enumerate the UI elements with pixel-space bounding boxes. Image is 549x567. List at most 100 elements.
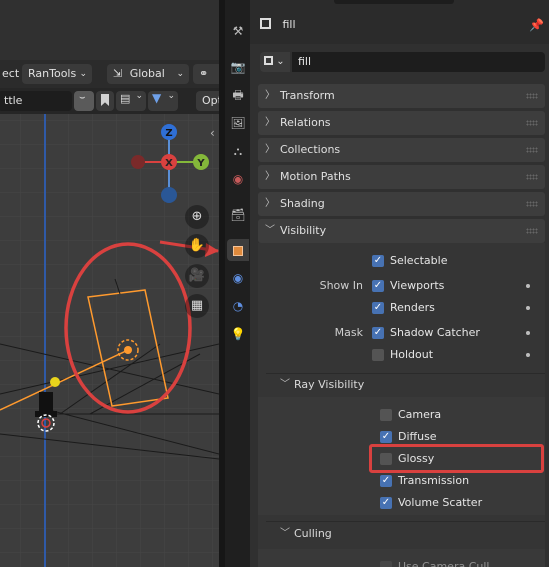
drag-handle-icon[interactable] xyxy=(526,201,538,207)
drag-handle-icon[interactable] xyxy=(526,174,538,180)
camera-view-icon[interactable]: 🎥 xyxy=(185,264,209,288)
pan-hand-icon[interactable]: ✋ xyxy=(185,234,209,258)
checkmark-icon: ✓ xyxy=(380,431,392,443)
panel-shading-label: Shading xyxy=(280,197,325,210)
visibility-panel-body: ✓ Selectable Show In ✓ Viewports ✓ Rende… xyxy=(258,243,545,515)
link-icon: ⚭ xyxy=(199,67,209,80)
keyframe-dot-icon[interactable] xyxy=(526,331,530,335)
snap-dropdown[interactable]: ⚭ xyxy=(193,64,219,84)
drag-handle-icon[interactable] xyxy=(526,147,538,153)
orientation-icon: ⇲ xyxy=(113,67,123,80)
ray-visibility-label: Ray Visibility xyxy=(294,378,365,391)
panel-motion-paths[interactable]: 〉 Motion Paths xyxy=(258,165,545,189)
zoom-icon[interactable]: ⊕ xyxy=(185,205,209,229)
drag-handle-icon[interactable] xyxy=(526,93,538,99)
tool-icon[interactable]: ⚒ xyxy=(227,20,249,42)
panel-transform[interactable]: 〉 Transform xyxy=(258,84,545,108)
culling-section: ﹀ Culling Use Camera Cull xyxy=(258,515,545,567)
culling-subpanel[interactable]: ﹀ Culling xyxy=(258,523,545,545)
gizmo-x-label: X xyxy=(165,158,173,169)
gizmo-negative-x-axis[interactable] xyxy=(131,155,145,169)
filter-dropdown[interactable]: ▼ ⌄ xyxy=(148,91,178,111)
culling-label: Culling xyxy=(294,527,332,540)
panel-relations[interactable]: 〉 Relations xyxy=(258,111,545,135)
keyframe-dot-icon[interactable] xyxy=(526,284,530,288)
selectable-label: Selectable xyxy=(390,254,448,267)
bookmark-button[interactable] xyxy=(96,91,114,111)
chevron-down-icon: ⌄ xyxy=(79,69,87,79)
options-menu[interactable]: Opt xyxy=(196,91,219,111)
physics-icon[interactable]: ◔ xyxy=(227,295,249,317)
holdout-label: Holdout xyxy=(390,348,434,361)
properties-editor: fill 📌 ⌄ fill 〉 Transform 〉 Relations 〉 … xyxy=(250,0,549,567)
hierarchy-button[interactable]: ▤ ⌄ xyxy=(116,91,146,111)
use-camera-cull-label: Use Camera Cull xyxy=(398,560,490,567)
shadow-catcher-label: Shadow Catcher xyxy=(390,326,480,339)
material-icon[interactable]: 💡 xyxy=(227,323,249,345)
object-name-bar: ⌄ fill xyxy=(260,52,545,72)
renders-label: Renders xyxy=(390,301,435,314)
search-field[interactable]: ttle xyxy=(0,91,72,111)
render-icon[interactable]: 📷 xyxy=(227,56,249,78)
search-bar-edge[interactable] xyxy=(334,0,454,4)
chevron-right-icon: 〉 xyxy=(265,171,275,182)
world-icon[interactable]: ◉ xyxy=(227,168,249,190)
properties-tabs: ⚒ 📷 🖶 🖼 ⛬ ◉ 🗃 ◉ ◔ 💡 xyxy=(225,0,250,567)
checkmark-icon: ✓ xyxy=(372,255,384,267)
object-icon xyxy=(260,18,271,29)
output-icon[interactable]: 🖶 xyxy=(227,84,249,106)
transform-orientation-dropdown[interactable]: ⇲ Global ⌄ xyxy=(107,64,189,84)
viewports-label: Viewports xyxy=(390,279,445,292)
object-title: fill xyxy=(260,14,296,36)
panel-visibility-label: Visibility xyxy=(280,224,327,237)
viewport-canvas[interactable]: Z X Y xyxy=(0,114,219,567)
sidebar-toggle-icon[interactable]: ‹ xyxy=(210,126,215,140)
camera-ray-label: Camera xyxy=(398,408,442,421)
subpanel-divider xyxy=(266,521,545,522)
keyframe-dot-icon[interactable] xyxy=(526,306,530,310)
panel-visibility[interactable]: ﹀ Visibility xyxy=(258,219,545,243)
pin-icon[interactable]: 📌 xyxy=(529,18,544,32)
filter-toggle-button[interactable]: ⌣ xyxy=(74,91,94,111)
object-name-field[interactable]: fill xyxy=(292,52,545,72)
hierarchy-icon: ▤ xyxy=(120,92,131,105)
chevron-right-icon: 〉 xyxy=(265,198,275,209)
volume-scatter-ray-label: Volume Scatter xyxy=(398,496,483,509)
ray-visibility-subpanel[interactable]: ﹀ Ray Visibility xyxy=(258,374,545,396)
viewport-tool-header: ttle ⌣ ▤ ⌄ ▼ ⌄ Opt xyxy=(0,88,219,114)
panel-transform-label: Transform xyxy=(280,89,335,102)
panel-collections[interactable]: 〉 Collections xyxy=(258,138,545,162)
object-type-dropdown[interactable]: ⌄ xyxy=(260,52,290,72)
floor-grid xyxy=(0,114,219,567)
3d-viewport[interactable]: ect RanTools ⌄ ⇲ Global ⌄ ⚭ ttle ⌣ ▤ ⌄ ▼… xyxy=(0,0,219,567)
ortho-grid-icon[interactable]: ▦ xyxy=(185,294,209,318)
checkmark-icon: ✓ xyxy=(380,497,392,509)
blender-window: ect RanTools ⌄ ⇲ Global ⌄ ⚭ ttle ⌣ ▤ ⌄ ▼… xyxy=(0,0,549,567)
checkbox-empty-icon xyxy=(380,409,392,421)
panel-shading[interactable]: 〉 Shading xyxy=(258,192,545,216)
checkbox-empty-icon xyxy=(372,349,384,361)
particles-icon[interactable]: ◉ xyxy=(227,267,249,289)
keyframe-dot-icon[interactable] xyxy=(526,353,530,357)
checkmark-icon: ✓ xyxy=(372,327,384,339)
collection-icon[interactable]: 🗃 xyxy=(227,204,249,226)
view-layer-icon[interactable]: 🖼 xyxy=(227,112,249,134)
panel-motion-paths-label: Motion Paths xyxy=(280,170,351,183)
rantools-dropdown[interactable]: RanTools ⌄ xyxy=(22,64,92,84)
checkbox-empty-icon xyxy=(380,561,392,567)
glossy-annotation-box xyxy=(369,444,544,473)
object-icon[interactable] xyxy=(227,239,249,261)
gizmo-negative-z-axis[interactable] xyxy=(161,187,177,203)
checkmark-icon: ✓ xyxy=(372,280,384,292)
light-origin-point[interactable] xyxy=(50,377,60,387)
scene-icon[interactable]: ⛬ xyxy=(227,140,249,162)
curve-icon: ⌣ xyxy=(79,92,86,103)
chevron-down-icon: ⌄ xyxy=(135,91,143,101)
culling-body: Use Camera Cull xyxy=(258,549,545,567)
checkmark-icon: ✓ xyxy=(380,475,392,487)
viewport-top-strip xyxy=(0,0,219,60)
drag-handle-icon[interactable] xyxy=(526,228,538,234)
drag-handle-icon[interactable] xyxy=(526,120,538,126)
chevron-down-icon: ﹀ xyxy=(280,528,290,539)
gizmo-z-label: Z xyxy=(165,128,172,139)
